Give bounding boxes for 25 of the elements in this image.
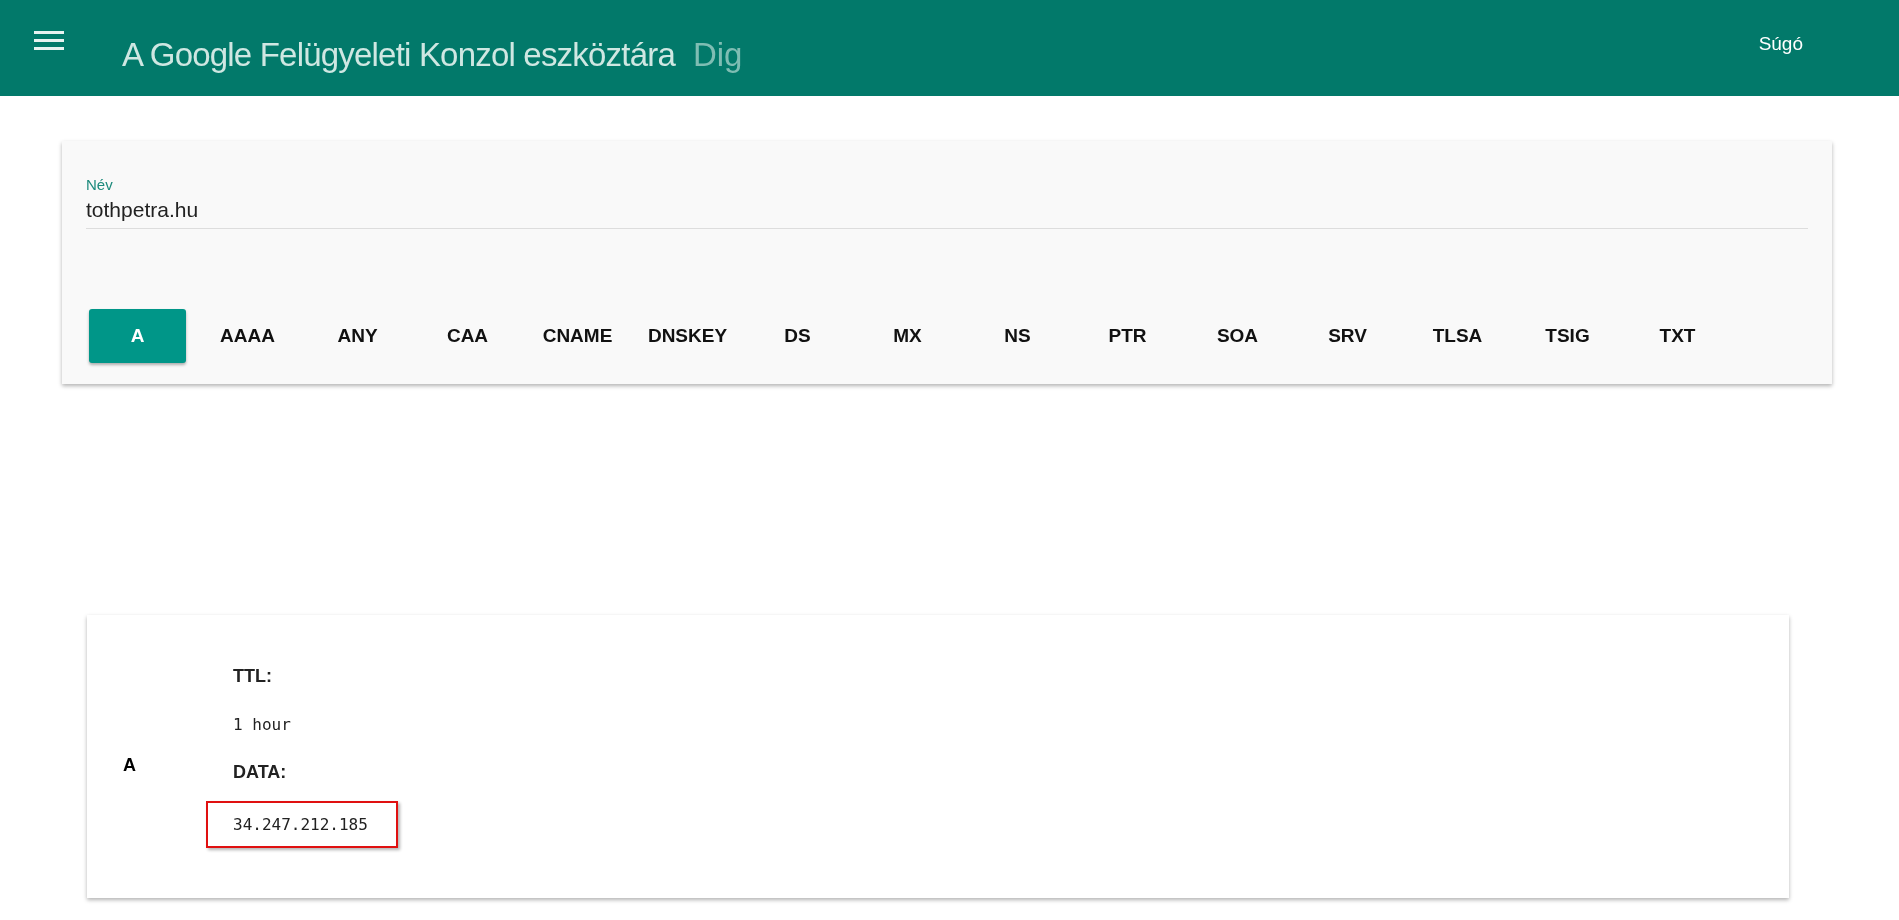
field-value: 34.247.212.185: [206, 800, 398, 848]
record-type-button[interactable]: PTR: [1079, 309, 1176, 363]
record-type: A: [123, 755, 137, 776]
field-label: TTL:: [233, 665, 272, 687]
record-type-button[interactable]: TSIG: [1519, 309, 1616, 363]
record-type-button[interactable]: SRV: [1299, 309, 1396, 363]
record-type-button[interactable]: A: [89, 309, 186, 363]
record-type-button[interactable]: AAAA: [199, 309, 296, 363]
record-type-button[interactable]: DNSKEY: [639, 309, 736, 363]
record-type-button[interactable]: MX: [859, 309, 956, 363]
record-type-button[interactable]: CNAME: [529, 309, 626, 363]
field-value: 1 hour: [233, 714, 291, 734]
tool-name: Dig: [692, 36, 743, 74]
record-type-button[interactable]: ANY: [309, 309, 406, 363]
record-type-button[interactable]: SOA: [1189, 309, 1286, 363]
help-link[interactable]: Súgó: [1758, 33, 1803, 55]
menu-icon[interactable]: [34, 30, 64, 50]
record-type-button[interactable]: TXT: [1629, 309, 1726, 363]
record-type-button[interactable]: TLSA: [1409, 309, 1506, 363]
record-type-button[interactable]: CAA: [419, 309, 516, 363]
record-type-button[interactable]: DS: [749, 309, 846, 363]
field-label: DATA:: [233, 761, 287, 783]
app-title: A Google Felügyeleti Konzol eszköztára: [122, 36, 675, 74]
record-type-button[interactable]: NS: [969, 309, 1066, 363]
name-field[interactable]: Név tothpetra.hu: [86, 176, 1808, 229]
